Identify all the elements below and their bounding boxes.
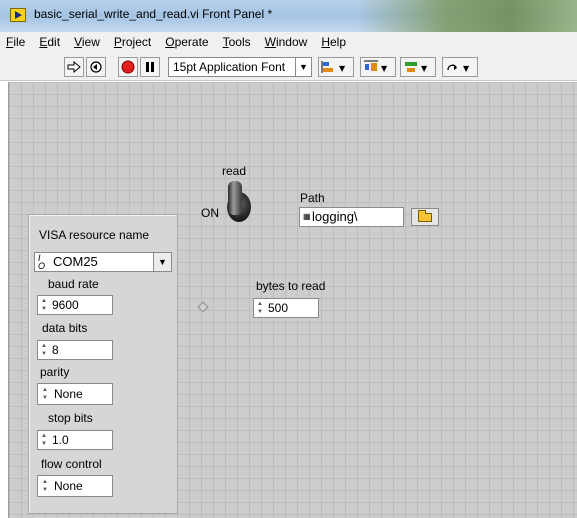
baud-rate-label: baud rate <box>48 277 99 291</box>
menu-project[interactable]: Project <box>114 34 151 50</box>
distribute-objects-icon: ▼ <box>364 60 388 73</box>
read-toggle-label: read <box>222 164 247 178</box>
browse-button[interactable] <box>411 208 439 226</box>
increment-decrement-icon[interactable]: ▲ ▼ <box>40 478 50 494</box>
toggle-on-text: ON <box>201 206 219 220</box>
increment-decrement-icon[interactable]: ▲ ▼ <box>39 342 49 358</box>
flow-control-select[interactable]: ▲ ▼ None <box>37 475 113 497</box>
svg-text:▼: ▼ <box>381 64 388 73</box>
abort-icon <box>121 60 135 74</box>
chevron-down-icon: ▼ <box>295 58 311 76</box>
abort-button[interactable] <box>118 57 138 77</box>
resize-objects-button[interactable]: ▼ <box>400 57 436 77</box>
svg-text:▼: ▼ <box>421 64 428 73</box>
data-bits-label: data bits <box>42 321 88 335</box>
flow-control-label: flow control <box>41 457 102 471</box>
svg-text:▼: ▼ <box>463 64 470 73</box>
run-continuously-button[interactable] <box>86 57 106 77</box>
align-objects-button[interactable]: ▼ <box>318 57 354 77</box>
pause-icon <box>146 62 154 72</box>
menu-help[interactable]: Help <box>321 34 346 50</box>
menu-tools[interactable]: Tools <box>223 34 251 50</box>
menu-operate[interactable]: Operate <box>165 34 208 50</box>
run-arrow-icon <box>67 61 81 73</box>
menu-view[interactable]: View <box>74 34 100 50</box>
labview-app-icon[interactable] <box>10 8 26 22</box>
font-selector[interactable]: 15pt Application Font ▼ <box>168 57 312 77</box>
run-continuously-icon <box>90 61 102 73</box>
path-type-icon: ▦ <box>303 212 311 221</box>
toggle-switch-lever[interactable] <box>228 181 242 215</box>
visa-resource-select[interactable]: IO COM25 ▼ <box>34 252 172 272</box>
stop-bits-label: stop bits <box>48 411 93 425</box>
visa-io-icon: IO <box>38 253 46 271</box>
increment-decrement-icon[interactable]: ▲ ▼ <box>40 386 50 402</box>
menu-window[interactable]: Window <box>265 34 308 50</box>
chevron-down-icon: ▼ <box>153 253 171 271</box>
path-label: Path <box>300 191 325 205</box>
visa-resource-label: VISA resource name <box>39 228 150 242</box>
window-title: basic_serial_write_and_read.vi Front Pan… <box>34 7 273 21</box>
parity-select[interactable]: ▲ ▼ None <box>37 383 113 405</box>
menu-file[interactable]: File <box>6 34 25 50</box>
resize-objects-icon: ▼ <box>405 62 428 73</box>
data-bits-input[interactable]: ▲ ▼ 8 <box>37 340 113 360</box>
bytes-to-read-label: bytes to read <box>256 279 326 293</box>
reorder-button[interactable]: ▼ <box>442 57 478 77</box>
increment-decrement-icon[interactable]: ▲ ▼ <box>255 300 265 316</box>
title-bar: basic_serial_write_and_read.vi Front Pan… <box>0 0 577 32</box>
increment-decrement-icon[interactable]: ▲ ▼ <box>39 297 49 313</box>
title-bar-background <box>357 0 577 32</box>
menu-bar: File Edit View Project Operate Tools Win… <box>0 32 577 52</box>
increment-decrement-icon[interactable]: ▲ ▼ <box>39 432 49 448</box>
path-input[interactable]: ▦ logging\ <box>299 207 404 227</box>
reorder-icon: ▼ <box>447 64 470 73</box>
align-objects-icon: ▼ <box>321 61 346 73</box>
folder-icon <box>418 209 432 222</box>
stop-bits-input[interactable]: ▲ ▼ 1.0 <box>37 430 113 450</box>
toolbar: 15pt Application Font ▼ ▼ ▼ ▼ ▼ <box>0 52 577 81</box>
parity-label: parity <box>40 365 70 379</box>
pause-button[interactable] <box>140 57 160 77</box>
bytes-to-read-input[interactable]: ▲ ▼ 500 <box>253 298 319 318</box>
menu-edit[interactable]: Edit <box>39 34 60 50</box>
svg-text:▼: ▼ <box>339 64 346 73</box>
distribute-objects-button[interactable]: ▼ <box>360 57 396 77</box>
baud-rate-input[interactable]: ▲ ▼ 9600 <box>37 295 113 315</box>
run-button[interactable] <box>64 57 84 77</box>
